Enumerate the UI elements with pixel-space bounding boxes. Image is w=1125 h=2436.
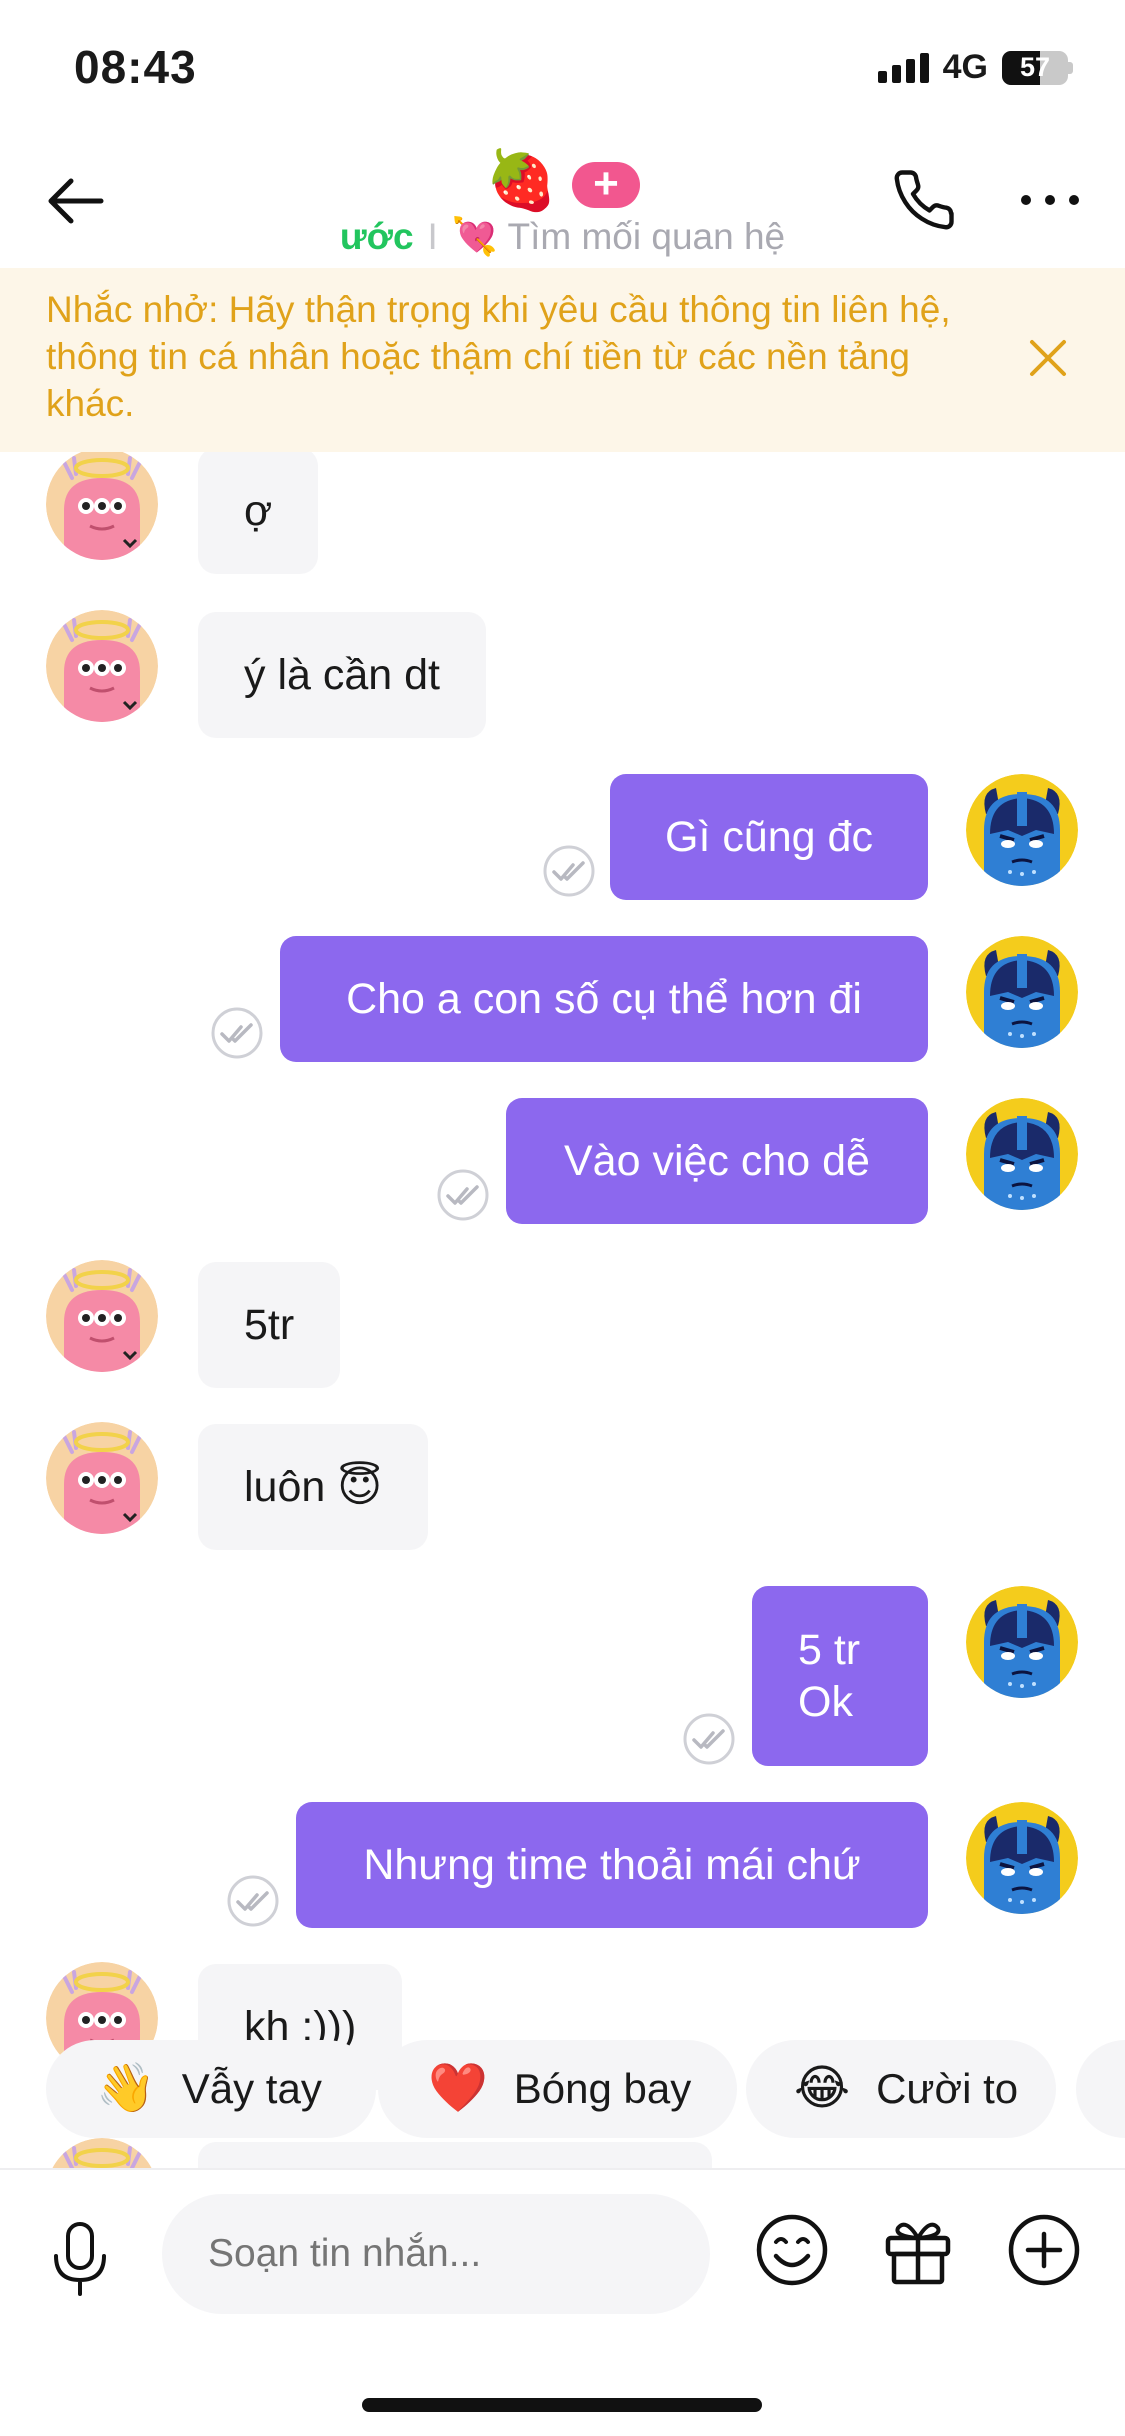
incoming-bubble[interactable]: ợ [198,452,319,574]
subtitle-separator: I [427,216,438,257]
my-avatar[interactable] [966,1098,1078,1210]
voice-message-button[interactable] [44,2214,116,2304]
signal-icon [877,52,929,83]
red-heart-icon: ❤️ [428,2062,488,2115]
subtitle-right: 💘 Tìm mối quan hệ [451,216,786,257]
reaction-chip-wave[interactable]: 👋 Vẫy tay [46,2040,376,2138]
home-indicator [362,2398,762,2412]
contact-avatar[interactable] [46,2138,158,2168]
microphone-icon [54,2222,106,2296]
contact-avatar[interactable] [46,1422,158,1534]
status-time: 08:43 [74,41,197,93]
emoji-button[interactable] [752,2210,832,2290]
my-avatar[interactable] [966,774,1078,886]
subtitle-left: ước [339,216,414,257]
chat-header: 🍓 + ước I 💘 Tìm mối quan hệ [0,140,1125,268]
outgoing-bubble[interactable]: 5 tr Ok [752,1586,928,1766]
gift-icon [885,2222,951,2285]
reminder-text: Nhắc nhở: Hãy thận trọng khi yêu cầu thô… [46,289,951,424]
close-icon [1030,340,1066,376]
double-check-icon [542,844,596,898]
my-avatar[interactable] [966,936,1078,1048]
message-composer [0,2168,1125,2436]
outgoing-bubble[interactable]: Nhưng time thoải mái chứ [296,1802,928,1928]
message-list[interactable]: ợ ý là cần dt Gì cũng đc Cho a con số cụ… [0,452,1125,2168]
battery-level: 57 [1019,52,1051,82]
double-check-icon [436,1168,490,1222]
incoming-bubble[interactable]: ý là cần dt [198,612,486,738]
plus-circle-icon [1008,2214,1080,2286]
quick-reaction-bar: 👋 Vẫy tay ❤️ Bóng bay 😂 Cười to [0,2040,1125,2140]
contact-avatar[interactable] [46,1260,158,1372]
status-bar: 08:43 4G 57 [0,0,1125,140]
my-avatar[interactable] [966,1586,1078,1698]
reaction-chip-laugh[interactable]: 😂 Cười to [746,2040,1057,2138]
gift-button[interactable] [878,2210,958,2290]
reaction-label: Vẫy tay [181,2065,322,2112]
double-check-icon [210,1006,264,1060]
reaction-label: Bóng bay [513,2065,692,2112]
incoming-bubble[interactable]: luôn 😇 [198,1424,429,1550]
more-options-button[interactable] [1010,160,1090,240]
outgoing-bubble[interactable]: Vào việc cho dễ [506,1098,928,1224]
double-check-icon [226,1874,280,1928]
smiley-icon [756,2214,828,2286]
ellipsis-icon [1021,195,1079,205]
contact-avatar[interactable] [46,610,158,722]
my-avatar[interactable] [966,1802,1078,1914]
contact-avatar[interactable] [46,452,158,560]
message-input[interactable] [162,2194,710,2314]
network-label: 4G [942,48,988,86]
status-indicators: 4G 57 [877,48,1073,87]
battery-icon: 57 [1002,50,1073,85]
double-check-icon [682,1712,736,1766]
header-strawberry-emoji: 🍓 [485,148,558,213]
waving-hand-icon: 👋 [96,2062,156,2115]
attachment-button[interactable] [1004,2210,1084,2290]
add-button[interactable]: + [572,162,640,208]
incoming-bubble[interactable]: 5tr [198,1262,341,1388]
reminder-close-button[interactable] [1020,330,1076,386]
reaction-chip-balloon[interactable]: ❤️ Bóng bay [378,2040,738,2138]
reaction-chip-more[interactable] [1076,2040,1125,2138]
outgoing-bubble[interactable]: Gì cũng đc [610,774,928,900]
incoming-bubble[interactable] [198,2142,712,2168]
outgoing-bubble[interactable]: Cho a con số cụ thể hơn đi [280,936,928,1062]
safety-reminder-banner: Nhắc nhở: Hãy thận trọng khi yêu cầu thô… [0,268,1125,452]
laughing-face-icon: 😂 [794,2062,851,2115]
phone-icon [894,170,954,230]
call-button[interactable] [884,160,964,240]
reaction-label: Cười to [876,2065,1019,2112]
